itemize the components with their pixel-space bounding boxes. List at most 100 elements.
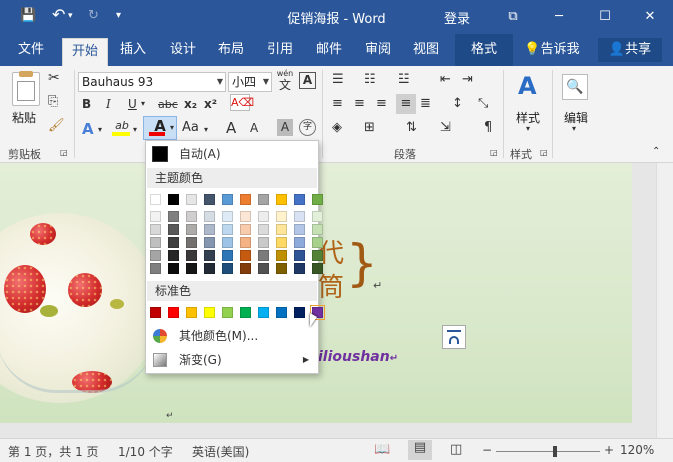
change-case-button[interactable]: Aa (182, 120, 199, 135)
text-effects-button[interactable]: A (82, 120, 94, 138)
theme-shade-swatch[interactable] (222, 237, 233, 248)
minimize-button[interactable]: ─ (536, 0, 582, 34)
font-name-combo[interactable]: Bauhaus 93 ▼ (78, 72, 226, 92)
standard-color-swatch[interactable] (294, 307, 305, 318)
increase-indent-icon[interactable]: ⇥ (462, 72, 473, 87)
format-painter-icon[interactable]: 🖌 (48, 118, 65, 133)
login-button[interactable]: 登录 (444, 8, 470, 27)
chevron-down-icon[interactable]: ▾ (98, 125, 102, 134)
search-icon[interactable]: 🔍 (562, 74, 588, 100)
phonetic-guide-button[interactable]: wén 文 (276, 69, 294, 92)
zoom-in-icon[interactable]: + (604, 443, 614, 457)
standard-color-swatch[interactable] (258, 307, 269, 318)
close-button[interactable]: ✕ (627, 0, 673, 34)
language-indicator[interactable]: 英语(美国) (192, 443, 249, 460)
tab-review[interactable]: 审阅 (357, 34, 399, 66)
enclose-characters-button[interactable]: 字 (299, 119, 316, 136)
theme-color-swatch[interactable] (186, 194, 197, 205)
zoom-level[interactable]: 120% (620, 443, 654, 457)
font-size-combo[interactable]: 小四 ▼ (228, 72, 272, 92)
theme-shade-swatch[interactable] (222, 250, 233, 261)
zoom-out-icon[interactable]: − (482, 443, 492, 457)
theme-shade-swatch[interactable] (294, 263, 305, 274)
theme-shade-swatch[interactable] (258, 263, 269, 274)
standard-color-swatch[interactable] (240, 307, 251, 318)
maximize-button[interactable]: ☐ (582, 0, 628, 34)
theme-shade-swatch[interactable] (312, 237, 323, 248)
font-color-button[interactable]: A ▾ (143, 116, 177, 140)
theme-color-swatch[interactable] (168, 194, 179, 205)
character-border-icon[interactable]: A (299, 72, 316, 89)
tab-layout[interactable]: 布局 (210, 34, 252, 66)
theme-shade-swatch[interactable] (168, 224, 179, 235)
theme-shade-swatch[interactable] (150, 250, 161, 261)
theme-shade-swatch[interactable] (204, 237, 215, 248)
theme-shade-swatch[interactable] (294, 211, 305, 222)
standard-color-swatch[interactable] (168, 307, 179, 318)
theme-shade-swatch[interactable] (168, 211, 179, 222)
styles-launcher-icon[interactable]: ◲ (540, 148, 548, 157)
theme-shade-swatch[interactable] (150, 237, 161, 248)
theme-shade-swatch[interactable] (312, 224, 323, 235)
show-marks-icon[interactable]: ¶ (484, 120, 492, 135)
theme-shade-swatch[interactable] (186, 263, 197, 274)
theme-shade-swatch[interactable] (312, 211, 323, 222)
theme-color-swatch[interactable] (222, 194, 233, 205)
tab-design[interactable]: 设计 (162, 34, 204, 66)
cut-icon[interactable]: ✂ (48, 70, 60, 86)
theme-shade-swatch[interactable] (276, 250, 287, 261)
theme-shade-swatch[interactable] (204, 263, 215, 274)
underline-dropdown-icon[interactable]: ▾ (141, 99, 145, 108)
align-left-icon[interactable]: ≡ (332, 96, 343, 111)
chevron-down-icon[interactable]: ▼ (263, 73, 269, 91)
theme-shade-swatch[interactable] (168, 263, 179, 274)
theme-shade-swatch[interactable] (312, 263, 323, 274)
theme-shade-swatch[interactable] (294, 224, 305, 235)
clear-formatting-icon[interactable]: A⌫ (230, 94, 254, 111)
standard-color-swatch[interactable] (150, 307, 161, 318)
theme-color-swatch[interactable] (258, 194, 269, 205)
theme-shade-swatch[interactable] (150, 224, 161, 235)
word-count[interactable]: 1/10 个字 (118, 443, 173, 460)
share-button[interactable]: 👤共享 (598, 38, 662, 62)
copy-icon[interactable]: ⎘ (48, 94, 58, 109)
superscript-button[interactable]: x² (204, 97, 217, 111)
dessert-image[interactable] (0, 213, 160, 403)
decrease-indent-icon[interactable]: ⇤ (440, 72, 451, 87)
theme-shade-swatch[interactable] (222, 224, 233, 235)
vertical-scrollbar[interactable] (656, 163, 673, 438)
theme-shade-swatch[interactable] (240, 250, 251, 261)
theme-shade-swatch[interactable] (294, 237, 305, 248)
align-right-icon[interactable]: ≡ (376, 96, 387, 111)
theme-shade-swatch[interactable] (258, 250, 269, 261)
theme-shade-swatch[interactable] (258, 237, 269, 248)
multilevel-list-icon[interactable]: ☳ (398, 72, 410, 87)
chevron-down-icon[interactable]: ▾ (133, 125, 137, 134)
standard-color-swatch[interactable] (222, 307, 233, 318)
theme-shade-swatch[interactable] (222, 263, 233, 274)
asian-layout-icon[interactable]: ⇲ (440, 120, 451, 135)
bullets-icon[interactable]: ☰ (332, 72, 344, 87)
ribbon-display-options-icon[interactable]: ⧉ (490, 0, 536, 34)
theme-shade-swatch[interactable] (150, 263, 161, 274)
theme-color-swatch[interactable] (150, 194, 161, 205)
theme-color-swatch[interactable] (240, 194, 251, 205)
theme-shade-swatch[interactable] (204, 211, 215, 222)
theme-shade-swatch[interactable] (186, 237, 197, 248)
borders-icon[interactable]: ⊞ (364, 120, 375, 135)
layout-options-icon[interactable] (442, 325, 466, 349)
subscript-button[interactable]: x₂ (184, 97, 197, 111)
chevron-down-icon[interactable]: ▾ (526, 124, 530, 133)
character-shading-button[interactable]: A (277, 119, 293, 136)
theme-color-swatch[interactable] (276, 194, 287, 205)
read-mode-icon[interactable]: 📖 (374, 442, 390, 457)
theme-shade-swatch[interactable] (276, 237, 287, 248)
grow-font-button[interactable]: A (226, 119, 236, 137)
tab-insert[interactable]: 插入 (112, 34, 154, 66)
theme-shade-swatch[interactable] (276, 211, 287, 222)
tab-format[interactable]: 格式 (455, 34, 513, 66)
theme-shade-swatch[interactable] (168, 237, 179, 248)
align-center-icon[interactable]: ≡ (354, 96, 365, 111)
line-spacing-icon[interactable]: ↕ (452, 96, 463, 111)
bold-button[interactable]: B (82, 97, 91, 111)
